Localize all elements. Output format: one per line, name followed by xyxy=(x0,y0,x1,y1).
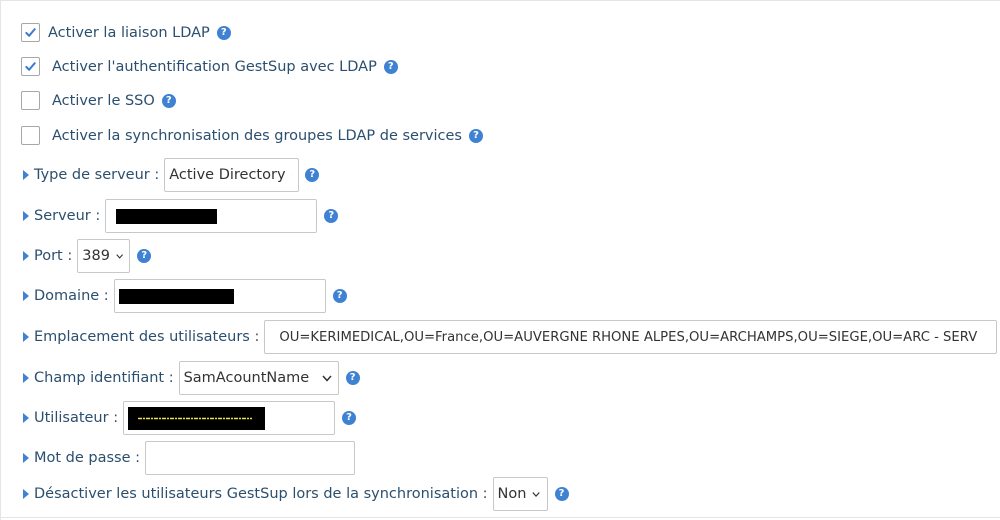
help-circle-icon[interactable]: ? xyxy=(137,249,152,263)
caret-right-icon xyxy=(23,373,29,383)
id-field-row: Champ identifiant : SamAcountName ? xyxy=(0,360,360,396)
redacted-block xyxy=(118,288,234,304)
domain-input[interactable] xyxy=(113,279,326,313)
chevron-down-icon xyxy=(322,375,332,382)
check-icon xyxy=(25,28,36,37)
server-type-row: Type de serveur : Active Directory ? xyxy=(0,157,320,193)
domain-label: Domaine : xyxy=(34,288,109,304)
disable-users-label: Désactiver les utilisateurs GestSup lors… xyxy=(34,486,488,502)
chevron-down-icon xyxy=(116,253,123,259)
disable-users-select[interactable]: Non xyxy=(492,477,548,511)
users-location-value: OU=KERIMEDICAL,OU=France,OU=AUVERGNE RHO… xyxy=(279,329,978,345)
help-circle-icon[interactable]: ? xyxy=(216,25,231,40)
port-value: 389 xyxy=(82,248,110,264)
ldap-enable-row: Activer la liaison LDAP ? xyxy=(21,23,231,42)
sso-label: Activer le SSO xyxy=(52,92,155,109)
redaction-scribble xyxy=(138,417,253,419)
server-type-value: Active Directory xyxy=(169,167,286,183)
help-circle-icon[interactable]: ? xyxy=(342,411,357,425)
chevron-down-icon xyxy=(532,491,541,497)
users-location-label: Emplacement des utilisateurs : xyxy=(34,329,260,345)
id-field-label: Champ identifiant : xyxy=(34,370,174,386)
group-sync-row: Activer la synchronisation des groupes L… xyxy=(21,126,483,145)
server-type-label: Type de serveur : xyxy=(34,167,160,183)
password-row: Mot de passe : xyxy=(0,440,356,476)
caret-right-icon xyxy=(23,332,29,342)
panel-border-top xyxy=(0,0,1000,1)
user-label: Utilisateur : xyxy=(34,410,119,426)
help-circle-icon[interactable]: ? xyxy=(324,209,339,223)
caret-right-icon xyxy=(23,453,29,463)
group-sync-label: Activer la synchronisation des groupes L… xyxy=(52,127,462,144)
chevron-down-icon xyxy=(291,174,293,176)
server-type-select[interactable]: Active Directory xyxy=(164,158,300,192)
caret-right-icon xyxy=(23,291,29,301)
help-circle-icon[interactable]: ? xyxy=(468,128,483,143)
sso-checkbox[interactable] xyxy=(21,91,40,110)
help-circle-icon[interactable]: ? xyxy=(332,289,347,303)
help-circle-icon[interactable]: ? xyxy=(345,371,360,385)
group-sync-checkbox[interactable] xyxy=(21,126,40,145)
port-label: Port : xyxy=(34,248,73,264)
caret-right-icon xyxy=(23,413,29,423)
password-label: Mot de passe : xyxy=(34,450,141,466)
users-location-row: Emplacement des utilisateurs : OU=KERIME… xyxy=(0,319,1000,355)
password-input[interactable] xyxy=(145,441,356,475)
domain-row: Domaine : ? xyxy=(0,278,347,314)
ldap-enable-checkbox[interactable] xyxy=(21,23,40,42)
server-label: Serveur : xyxy=(34,208,101,224)
users-location-input[interactable]: OU=KERIMEDICAL,OU=France,OU=AUVERGNE RHO… xyxy=(264,320,998,354)
panel-border-bottom xyxy=(0,517,1000,518)
ldap-auth-row: Activer l'authentification GestSup avec … xyxy=(21,57,398,76)
disable-users-value: Non xyxy=(497,486,527,502)
caret-right-icon xyxy=(23,251,29,261)
caret-right-icon xyxy=(23,211,29,221)
port-row: Port : 389 ? xyxy=(0,238,152,274)
help-circle-icon[interactable]: ? xyxy=(305,168,320,182)
check-icon xyxy=(25,62,36,71)
caret-right-icon xyxy=(23,489,29,499)
user-row: Utilisateur : ? xyxy=(0,400,357,436)
ldap-auth-checkbox[interactable] xyxy=(21,57,40,76)
id-field-select[interactable]: SamAcountName xyxy=(178,361,339,395)
id-field-value: SamAcountName xyxy=(183,370,310,386)
disable-users-row: Désactiver les utilisateurs GestSup lors… xyxy=(0,476,569,512)
user-input[interactable] xyxy=(123,401,336,435)
help-circle-icon[interactable]: ? xyxy=(161,93,176,108)
help-circle-icon[interactable]: ? xyxy=(383,59,398,74)
redacted-block xyxy=(116,208,218,224)
redacted-block xyxy=(128,406,266,430)
ldap-enable-label: Activer la liaison LDAP xyxy=(48,24,210,41)
help-circle-icon[interactable]: ? xyxy=(554,487,569,501)
port-select[interactable]: 389 xyxy=(77,239,131,273)
ldap-auth-label: Activer l'authentification GestSup avec … xyxy=(52,58,377,75)
sso-row: Activer le SSO ? xyxy=(21,91,176,110)
server-input[interactable] xyxy=(105,199,318,233)
caret-right-icon xyxy=(23,170,29,180)
server-row: Serveur : ? xyxy=(0,198,339,234)
